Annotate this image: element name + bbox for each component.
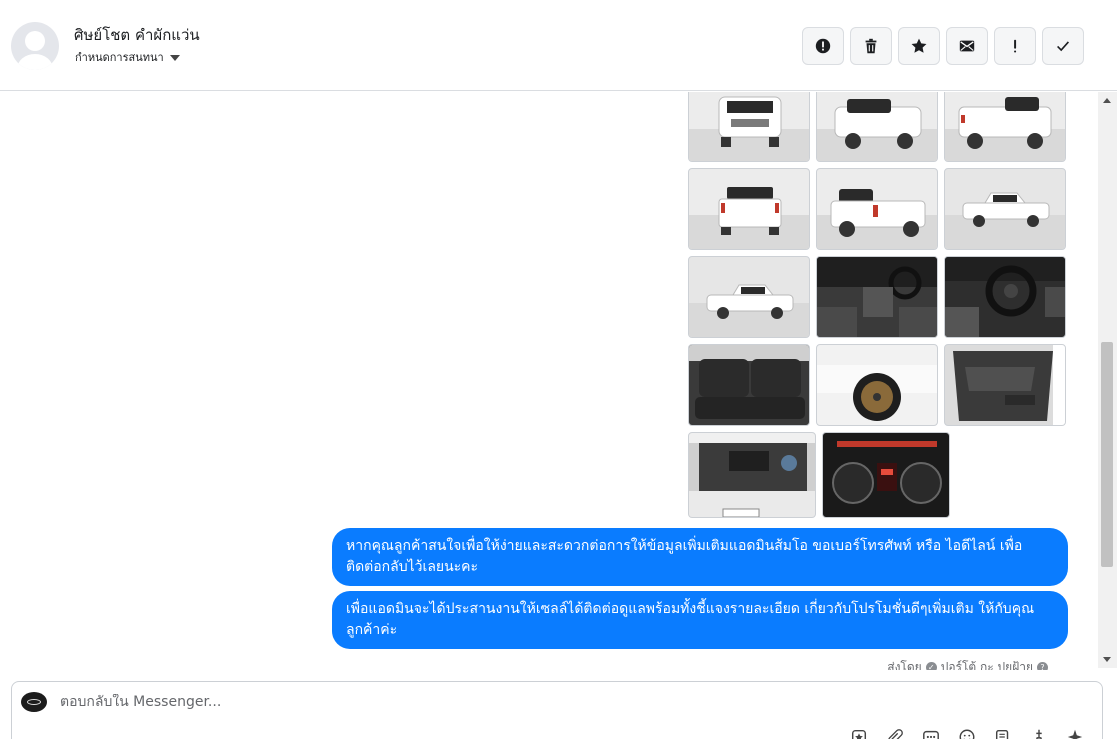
truck-side-image	[962, 192, 1050, 227]
trash-icon	[865, 38, 877, 54]
photo-thumbnail[interactable]	[816, 168, 938, 250]
attach-icon[interactable]	[886, 728, 904, 739]
sent-by-prefix: ส่งโดย	[887, 660, 922, 670]
template-icon[interactable]	[994, 728, 1012, 739]
caret-down-icon	[169, 54, 180, 61]
scrollbar-thumb[interactable]	[1101, 342, 1113, 567]
sender-name: ปอร์โต้ กะ ปยฝ้าย	[940, 660, 1033, 670]
verified-icon: ✓	[925, 662, 937, 670]
photo-thumbnail[interactable]	[688, 432, 816, 518]
reply-input[interactable]	[60, 694, 760, 710]
spam-button[interactable]	[802, 27, 844, 65]
photo-thumbnail[interactable]	[822, 432, 950, 518]
photo-thumbnail[interactable]	[688, 344, 810, 426]
sent-by-info: ส่งโดย ✓ ปอร์โต้ กะ ปยฝ้าย ?	[887, 658, 1048, 670]
rear-seats-image	[689, 345, 809, 419]
truck-rear-quarter-image	[830, 189, 926, 237]
avatar-body	[17, 54, 53, 70]
truck-rear-angle-image	[958, 97, 1052, 149]
contact-avatar[interactable]	[11, 22, 59, 70]
outgoing-message: หากคุณลูกค้าสนใจเพื่อให้ง่ายและสะดวกต่อก…	[332, 528, 1068, 586]
delete-button[interactable]	[850, 27, 892, 65]
truck-front-image	[718, 96, 782, 147]
follow-up-button[interactable]	[994, 27, 1036, 65]
header-actions	[802, 27, 1084, 65]
truck-side-image	[706, 284, 794, 319]
message-text: หากคุณลูกค้าสนใจเพื่อให้ง่ายและสะดวกต่อก…	[346, 538, 1023, 575]
photo-thumbnail[interactable]	[688, 92, 810, 162]
page: ศิษย์โชต คำผักแว่น กำหนดการสนทนา หากคุณล…	[0, 0, 1117, 739]
check-icon	[1057, 41, 1070, 52]
help-icon[interactable]: ?	[1037, 662, 1048, 670]
photo-thumbnail[interactable]	[944, 344, 1066, 426]
photo-thumbnail[interactable]	[944, 256, 1066, 338]
unread-button[interactable]	[946, 27, 988, 65]
pin-icon[interactable]	[1030, 728, 1048, 739]
door-panel-image	[953, 345, 1065, 425]
thread-scrollbar[interactable]	[1098, 92, 1117, 668]
photo-thumbnail[interactable]	[944, 168, 1066, 250]
conversation-header: ศิษย์โชต คำผักแว่น กำหนดการสนทนา	[0, 0, 1117, 91]
sparkle-icon[interactable]	[1066, 728, 1084, 739]
scroll-down-arrow-icon[interactable]	[1098, 652, 1117, 668]
composer-tools	[850, 728, 1084, 739]
assign-conversation-dropdown[interactable]: กำหนดการสนทนา	[75, 48, 180, 66]
contact-name[interactable]: ศิษย์โชต คำผักแว่น	[74, 23, 200, 47]
more-icon[interactable]	[922, 728, 940, 739]
message-thread: หากคุณลูกค้าสนใจเพื่อให้ง่ายและสะดวกต่อก…	[0, 92, 1098, 670]
saved-reply-icon[interactable]	[850, 728, 868, 739]
dashboard-image	[817, 257, 937, 337]
done-button[interactable]	[1042, 27, 1084, 65]
photo-thumbnail[interactable]	[688, 168, 810, 250]
engine-bay-image	[689, 433, 815, 517]
emoji-icon[interactable]	[958, 728, 976, 739]
scroll-up-arrow-icon[interactable]	[1098, 92, 1117, 108]
alert-circle-icon	[815, 38, 831, 54]
star-button[interactable]	[898, 27, 940, 65]
steering-wheel-image	[945, 257, 1065, 337]
avatar-head	[25, 31, 45, 51]
wheel-image	[817, 365, 937, 421]
page-avatar	[21, 692, 47, 712]
message-text: เพื่อแอดมินจะได้ประสานงานให้เซลล์ได้ติดต…	[346, 601, 1035, 638]
photo-thumbnail[interactable]	[816, 92, 938, 162]
truck-rear-image	[718, 187, 782, 235]
star-icon	[911, 38, 927, 53]
assign-label: กำหนดการสนทนา	[75, 51, 164, 64]
reply-composer	[11, 681, 1103, 739]
photo-thumbnail[interactable]	[816, 256, 938, 338]
envelope-icon	[959, 40, 975, 52]
photo-thumbnail[interactable]	[688, 256, 810, 338]
instrument-cluster-image	[832, 441, 942, 504]
truck-angle-image	[834, 99, 922, 149]
photo-thumbnail[interactable]	[944, 92, 1066, 162]
photo-thumbnail[interactable]	[816, 344, 938, 426]
outgoing-message: เพื่อแอดมินจะได้ประสานงานให้เซลล์ได้ติดต…	[332, 591, 1068, 649]
exclamation-icon	[1014, 39, 1017, 53]
